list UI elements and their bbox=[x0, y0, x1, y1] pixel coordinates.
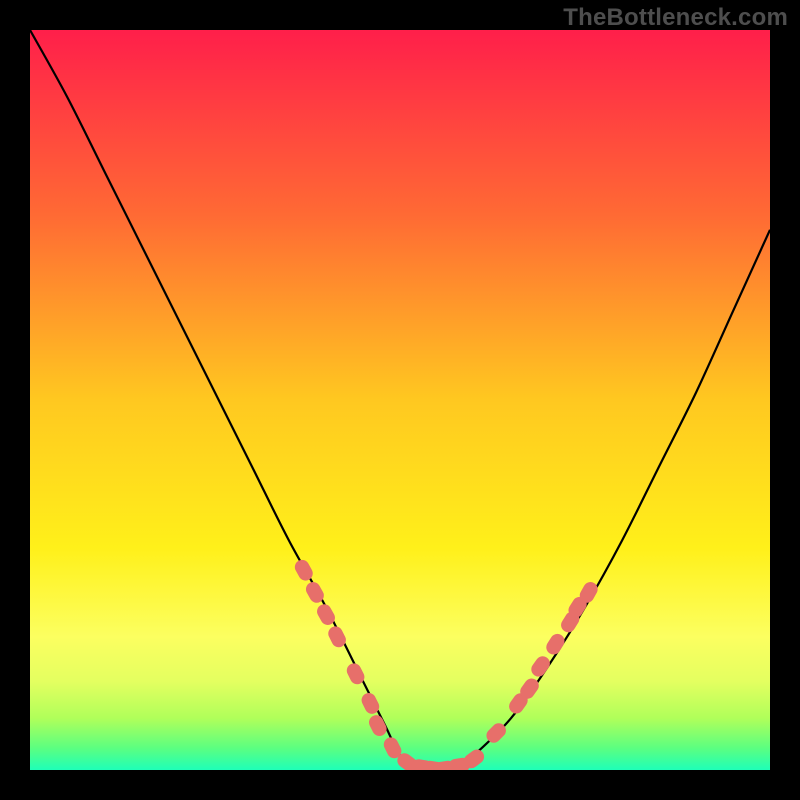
chart-frame: TheBottleneck.com bbox=[0, 0, 800, 800]
watermark-text: TheBottleneck.com bbox=[563, 4, 788, 32]
chart-svg bbox=[30, 30, 770, 770]
plot-area bbox=[30, 30, 770, 770]
gradient-background bbox=[30, 30, 770, 770]
